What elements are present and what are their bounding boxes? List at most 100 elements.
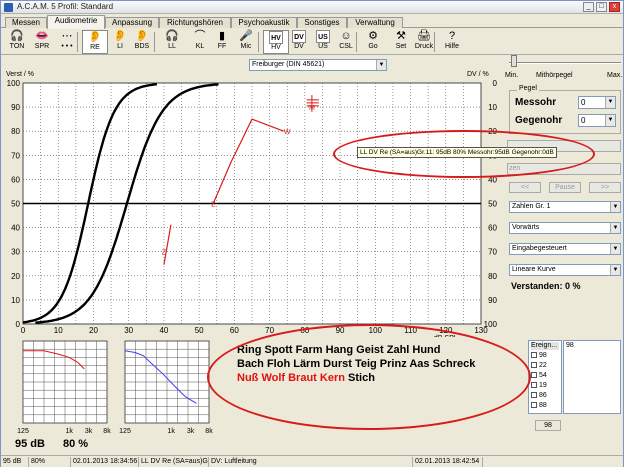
y-left-tick-label: 60 xyxy=(11,175,20,184)
toolbar-button-label: FF xyxy=(217,43,227,50)
event-detail-box: 98 xyxy=(563,340,621,414)
toolbar-button-label: LL xyxy=(168,43,176,50)
tab-sonstiges[interactable]: Sonstiges xyxy=(297,17,347,28)
toolbar-separator xyxy=(434,32,435,52)
tab-audiometrie[interactable]: Audiometrie xyxy=(47,15,105,29)
dv-icon: DV xyxy=(292,30,306,43)
x-tick-label: 30 xyxy=(124,326,133,335)
toolbar-button-label: SPR xyxy=(34,43,50,50)
toolbar-button-dv[interactable]: DV DV xyxy=(286,30,312,54)
minimize-button[interactable]: _ xyxy=(583,2,594,12)
toolbar-button-ll[interactable]: 🎧 LL xyxy=(159,30,185,54)
measurement-marker[interactable]: W xyxy=(284,129,291,136)
masking-level-slider-thumb[interactable] xyxy=(511,55,518,67)
y-right-tick-label: 50 xyxy=(488,200,497,209)
curve-type-select[interactable]: Lineare Kurve ▼ xyxy=(509,264,621,276)
checkbox[interactable] xyxy=(531,382,537,388)
toolbar-button-hilfe[interactable]: ? Hilfe xyxy=(439,30,465,54)
status-bar: 95 dB 80% 02.01.2013 18:34:56 LL DV Re (… xyxy=(1,455,623,467)
gegenohr-value: 0 xyxy=(581,116,586,125)
measurement-marker[interactable]: Z xyxy=(211,202,216,209)
event-list-item-value: 22 xyxy=(539,362,547,369)
toolbar-button-go[interactable]: ⚙ Go xyxy=(360,30,386,54)
gegenohr-select[interactable]: 0 ▼ xyxy=(578,114,616,127)
maximize-button[interactable]: □ xyxy=(596,2,607,12)
event-value-button[interactable]: 98 xyxy=(535,420,561,431)
word-list-stich: Stich xyxy=(344,372,375,384)
y-right-tick-label: 80 xyxy=(488,272,497,281)
stop-button-label: zen xyxy=(509,165,521,172)
previous-button[interactable]: << xyxy=(509,182,541,193)
word-list-line-3: Nuß Wolf Braut Kern Stich xyxy=(237,372,375,384)
y-left-tick-label: 20 xyxy=(11,272,20,281)
tab-messen[interactable]: Messen xyxy=(5,17,47,28)
toolbar-button-label: TON xyxy=(9,43,25,50)
tab-richtungshoeren[interactable]: Richtungshören xyxy=(159,17,231,28)
printer-icon: 🖨 xyxy=(417,30,431,42)
slider-max-label: Max. xyxy=(607,72,623,79)
toolbar-button-ff[interactable]: ▮ FF xyxy=(209,30,235,54)
masking-level-slider-track[interactable] xyxy=(509,62,621,64)
stop-button[interactable]: zen xyxy=(507,163,621,175)
x-tick-label: 70 xyxy=(265,326,274,335)
checkbox[interactable] xyxy=(531,372,537,378)
checkbox[interactable] xyxy=(531,352,537,358)
toolbar: 🎧 TON 👄 SPR ⋯ • • • 👂 RE 👂 LI 👂 BDS 🎧 LL ⌒ KL ▮ FF 🎤 Mic HV H… xyxy=(1,29,623,55)
app-icon xyxy=(4,3,13,12)
tab-anpassung[interactable]: Anpassung xyxy=(105,17,159,28)
event-list-item[interactable]: 22 xyxy=(531,362,547,370)
chevron-down-icon: ▼ xyxy=(610,265,620,275)
toolbar-button-spr[interactable]: 👄 SPR xyxy=(29,30,55,54)
checkbox[interactable] xyxy=(531,402,537,408)
event-list-item[interactable]: 86 xyxy=(531,392,547,400)
test-select[interactable]: Freiburger (DIN 45621) ▼ xyxy=(249,59,387,71)
summary-level: 95 dB xyxy=(15,438,45,450)
direction-select[interactable]: Vorwärts ▼ xyxy=(509,222,621,234)
pause-button[interactable]: Pause xyxy=(549,182,581,193)
tab-psychoakustik[interactable]: Psychoakustik xyxy=(231,17,297,28)
event-list-item-value: 86 xyxy=(539,392,547,399)
next-button[interactable]: >> xyxy=(589,182,621,193)
y-right-tick-label: 70 xyxy=(488,248,497,257)
toolbar-button-re[interactable]: 👂 RE xyxy=(82,30,108,54)
title-bar: A.C.A.M. 5 Profil: Standard _ □ x xyxy=(1,1,623,14)
status-end-time: 02.01.2013 18:42:54 xyxy=(413,457,483,467)
measurement-marker[interactable]: Z xyxy=(162,250,167,257)
event-list[interactable]: Ereign... 98 22 54 19 86 88 xyxy=(528,340,562,414)
messohr-select[interactable]: 0 ▼ xyxy=(578,96,616,109)
word-group-select[interactable]: Zahlen Gr. 1 ▼ xyxy=(509,201,621,213)
hv-icon: HV xyxy=(269,31,283,44)
tab-verwaltung[interactable]: Verwaltung xyxy=(347,17,403,28)
event-list-item[interactable]: 88 xyxy=(531,402,547,410)
gegenohr-label: Gegenohr xyxy=(515,115,563,126)
x-tick-label: 20 xyxy=(89,326,98,335)
understood-percentage: Verstanden: 0 % xyxy=(511,281,581,291)
window-title: A.C.A.M. 5 Profil: Standard xyxy=(17,2,114,11)
status-measurement: LL DV Re (SA=aus)Gr xyxy=(141,457,209,467)
toolbar-button-ton[interactable]: 🎧 TON xyxy=(4,30,30,54)
y-right-tick-label: 60 xyxy=(488,224,497,233)
event-list-item[interactable]: 19 xyxy=(531,382,547,390)
chevron-down-icon: ▼ xyxy=(605,97,615,108)
summary-percent: 80 % xyxy=(63,438,89,450)
y-left-tick-label: 50 xyxy=(11,200,20,209)
curve-type-value: Lineare Kurve xyxy=(512,266,556,273)
mini-x-tick-label: 3k xyxy=(85,428,93,435)
toolbar-button-label: Mic xyxy=(240,43,252,50)
checkbox[interactable] xyxy=(531,392,537,398)
toolbar-separator xyxy=(154,32,155,52)
chevron-down-icon: ▼ xyxy=(376,60,386,70)
x-tick-label: 90 xyxy=(336,326,345,335)
event-list-item[interactable]: 98 xyxy=(531,352,547,360)
toolbar-button-mic[interactable]: 🎤 Mic xyxy=(233,30,259,54)
y-left-tick-label: 10 xyxy=(11,296,20,305)
event-list-item[interactable]: 54 xyxy=(531,372,547,380)
input-mode-select[interactable]: Eingabegesteuert ▼ xyxy=(509,243,621,255)
y-left-tick-label: 90 xyxy=(11,103,20,112)
toolbar-button-bds[interactable]: 👂 BDS xyxy=(129,30,155,54)
close-button[interactable]: x xyxy=(609,2,620,12)
y-right-tick-label: 100 xyxy=(484,320,498,329)
speech-audiogram-chart[interactable]: 0102030405060708090100110120130dB SPL100… xyxy=(1,75,501,337)
toolbar-separator xyxy=(356,32,357,52)
checkbox[interactable] xyxy=(531,362,537,368)
